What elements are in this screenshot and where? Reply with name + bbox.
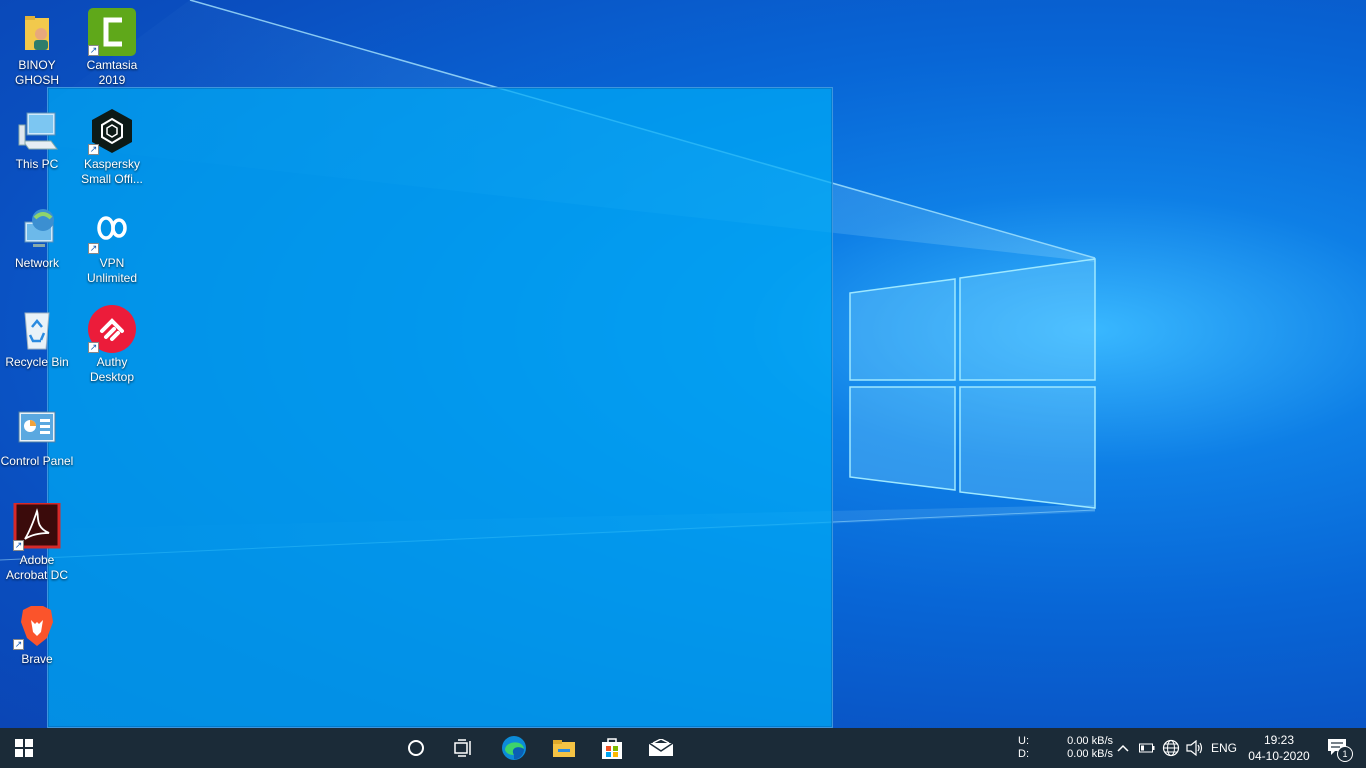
desktop-icon-camtasia[interactable]: ↗ Camtasia 2019 (75, 4, 149, 100)
icon-label: This PC (15, 157, 59, 171)
language-indicator[interactable]: ENG (1208, 728, 1240, 768)
desktop-icon-this-pc[interactable]: This PC (0, 103, 74, 199)
shortcut-arrow-icon: ↗ (88, 45, 99, 56)
language-label: ENG (1210, 740, 1237, 755)
icon-label: BINOY GHOSH (14, 58, 59, 87)
desktop-icon-adobe-acrobat[interactable]: ↗ Adobe Acrobat DC (0, 499, 74, 595)
desktop-icon-recycle-bin[interactable]: Recycle Bin (0, 301, 74, 397)
desktop-icon-user-folder[interactable]: BINOY GHOSH (0, 4, 74, 100)
icon-label: Control Panel (0, 454, 74, 468)
task-view-button[interactable] (440, 728, 488, 768)
taskbar-file-explorer[interactable] (540, 728, 588, 768)
upload-label: U: (1018, 735, 1029, 747)
shortcut-arrow-icon: ↗ (13, 639, 24, 650)
clock[interactable]: 19:23 04-10-2020 (1244, 728, 1314, 768)
notification-count-badge: 1 (1337, 746, 1353, 762)
icon-label: VPN Unlimited (86, 256, 137, 285)
task-view-icon (454, 739, 471, 757)
volume-button[interactable] (1184, 728, 1206, 768)
icon-label: Adobe Acrobat DC (5, 553, 69, 582)
adobe-acrobat-icon: ↗ (13, 501, 61, 551)
control-panel-icon (13, 404, 61, 452)
search-circle-icon (408, 740, 424, 756)
desktop-icon-brave[interactable]: ↗ Brave (0, 598, 74, 694)
windows-logo-wallpaper (849, 258, 1096, 509)
brave-lion-icon: ↗ (13, 602, 61, 650)
icon-label: Brave (21, 652, 53, 666)
icon-label: Authy Desktop (89, 355, 135, 384)
clock-date: 04-10-2020 (1248, 749, 1310, 763)
computer-icon (13, 107, 61, 155)
edge-icon (502, 736, 526, 760)
shortcut-arrow-icon: ↗ (88, 243, 99, 254)
windows-start-icon (15, 739, 33, 757)
store-icon (602, 738, 622, 759)
upload-speed: 0.00 kB/s (1067, 735, 1113, 747)
network-button[interactable] (1160, 728, 1182, 768)
taskbar: U: D: 0.00 kB/s 0.00 kB/s ENG 19:23 04-1… (0, 728, 1366, 768)
authy-icon: ↗ (88, 305, 136, 353)
desktop-icon-authy[interactable]: ↗ Authy Desktop (75, 301, 149, 397)
taskbar-mail[interactable] (637, 728, 685, 768)
icon-label: Network (14, 256, 59, 270)
battery-button[interactable] (1136, 728, 1158, 768)
taskbar-store[interactable] (588, 728, 636, 768)
desktop-icon-network[interactable]: Network (0, 202, 74, 298)
network-icon (13, 206, 61, 254)
icon-label: Camtasia 2019 (86, 58, 138, 87)
network-speed-meter[interactable]: U: D: 0.00 kB/s 0.00 kB/s (1018, 728, 1113, 768)
mail-icon (648, 739, 674, 756)
start-button[interactable] (0, 728, 48, 768)
action-center-button[interactable]: 1 (1318, 728, 1358, 768)
download-speed: 0.00 kB/s (1067, 748, 1113, 760)
battery-icon (1139, 743, 1155, 753)
icon-label: Recycle Bin (5, 355, 69, 369)
desktop-icon-control-panel[interactable]: Control Panel (0, 400, 74, 496)
speaker-icon (1186, 740, 1203, 756)
camtasia-icon: ↗ (88, 8, 136, 56)
vpn-unlimited-icon: ↗ (88, 206, 136, 254)
user-folder-icon (13, 8, 61, 56)
shortcut-arrow-icon: ↗ (13, 540, 24, 551)
show-hidden-icons-button[interactable] (1114, 728, 1132, 768)
desktop-icon-vpn-unlimited[interactable]: ↗ VPN Unlimited (75, 202, 149, 298)
clock-time: 19:23 (1263, 733, 1295, 747)
kaspersky-icon: ↗ (88, 107, 136, 155)
icon-label: Kaspersky Small Offi... (81, 157, 143, 186)
shortcut-arrow-icon: ↗ (88, 342, 99, 353)
selection-rectangle (47, 87, 833, 728)
download-label: D: (1018, 748, 1029, 760)
chevron-up-icon (1117, 744, 1129, 752)
globe-network-icon (1162, 739, 1180, 757)
search-button[interactable] (392, 728, 440, 768)
desktop-icon-kaspersky[interactable]: ↗ Kaspersky Small Offi... (75, 103, 149, 199)
taskbar-edge[interactable] (490, 728, 538, 768)
recycle-bin-icon (13, 305, 61, 353)
shortcut-arrow-icon: ↗ (88, 144, 99, 155)
file-explorer-icon (553, 740, 575, 757)
desktop[interactable]: BINOY GHOSH This PC Network Recycle Bin … (0, 0, 1366, 728)
